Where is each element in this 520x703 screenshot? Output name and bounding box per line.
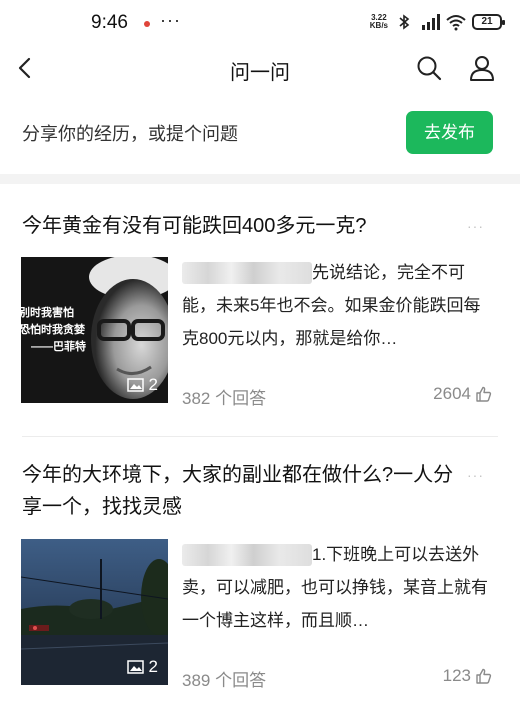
status-icons: 3.22 KB/s 21 bbox=[369, 13, 505, 31]
image-count: 2 bbox=[126, 657, 158, 677]
thumbnail-quote-author: ——巴菲特 bbox=[31, 341, 86, 353]
thumbs-up-icon[interactable] bbox=[475, 668, 492, 685]
wifi-icon bbox=[446, 15, 466, 31]
publish-button[interactable]: 去发布 bbox=[406, 111, 493, 154]
share-prompt[interactable]: 分享你的经历，或提个问题 bbox=[22, 120, 238, 146]
answer-count: 389 个回答 bbox=[182, 671, 267, 690]
status-time: 9:46 bbox=[91, 12, 128, 33]
question-card[interactable]: 今年黄金有没有可能跌回400多元一克? ··· 别时我害怕 恐怕时我贪婪 ——巴… bbox=[0, 184, 520, 434]
question-title[interactable]: 今年黄金有没有可能跌回400多元一克? bbox=[22, 210, 462, 242]
answer-excerpt[interactable]: 先说结论，完全不可能，未来5年也不会。如果金价能跌回每克800元以内，那就是给你… bbox=[182, 256, 494, 355]
nav-bar: 问一问 bbox=[0, 46, 520, 92]
search-icon[interactable] bbox=[416, 55, 442, 81]
answer-excerpt[interactable]: 1.下班晚上可以去送外卖，可以减肥，也可以挣钱，某音上就有一个博主这样，而且顺… bbox=[182, 538, 494, 637]
status-bar: 9:46 ··· 3.22 KB/s 21 bbox=[0, 0, 520, 46]
image-count: 2 bbox=[126, 375, 158, 395]
question-card[interactable]: 今年的大环境下，大家的副业都在做什么?一人分享一个，找找灵感 ··· 2 1.下… bbox=[0, 437, 520, 703]
image-icon bbox=[126, 378, 144, 392]
thumbnail-quote-line: 别时我害怕 bbox=[21, 307, 74, 319]
question-title[interactable]: 今年的大环境下，大家的副业都在做什么?一人分享一个，找找灵感 bbox=[22, 459, 462, 523]
image-icon bbox=[126, 660, 144, 674]
notification-dot-icon bbox=[144, 21, 150, 27]
answer-count: 382 个回答 bbox=[182, 389, 267, 408]
question-thumbnail[interactable]: 别时我害怕 恐怕时我贪婪 ——巴菲特 2 bbox=[21, 257, 168, 403]
battery-icon: 21 bbox=[472, 14, 505, 30]
share-bar: 分享你的经历，或提个问题 去发布 bbox=[0, 102, 520, 162]
status-more-icon: ··· bbox=[160, 10, 181, 30]
question-thumbnail[interactable]: 2 bbox=[21, 539, 168, 685]
page-title: 问一问 bbox=[230, 62, 290, 84]
net-speed: 3.22 KB/s bbox=[369, 13, 388, 30]
like-count[interactable]: 2604 bbox=[433, 384, 492, 404]
like-count[interactable]: 123 bbox=[443, 666, 492, 686]
more-icon[interactable]: ··· bbox=[467, 467, 484, 483]
thumbs-up-icon[interactable] bbox=[475, 386, 492, 403]
signal-icon bbox=[422, 14, 440, 30]
thumbnail-quote-line: 恐怕时我贪婪 bbox=[21, 324, 85, 336]
more-icon[interactable]: ··· bbox=[467, 218, 484, 234]
bluetooth-icon bbox=[399, 14, 410, 30]
user-icon[interactable] bbox=[468, 54, 496, 82]
section-divider bbox=[0, 174, 520, 184]
